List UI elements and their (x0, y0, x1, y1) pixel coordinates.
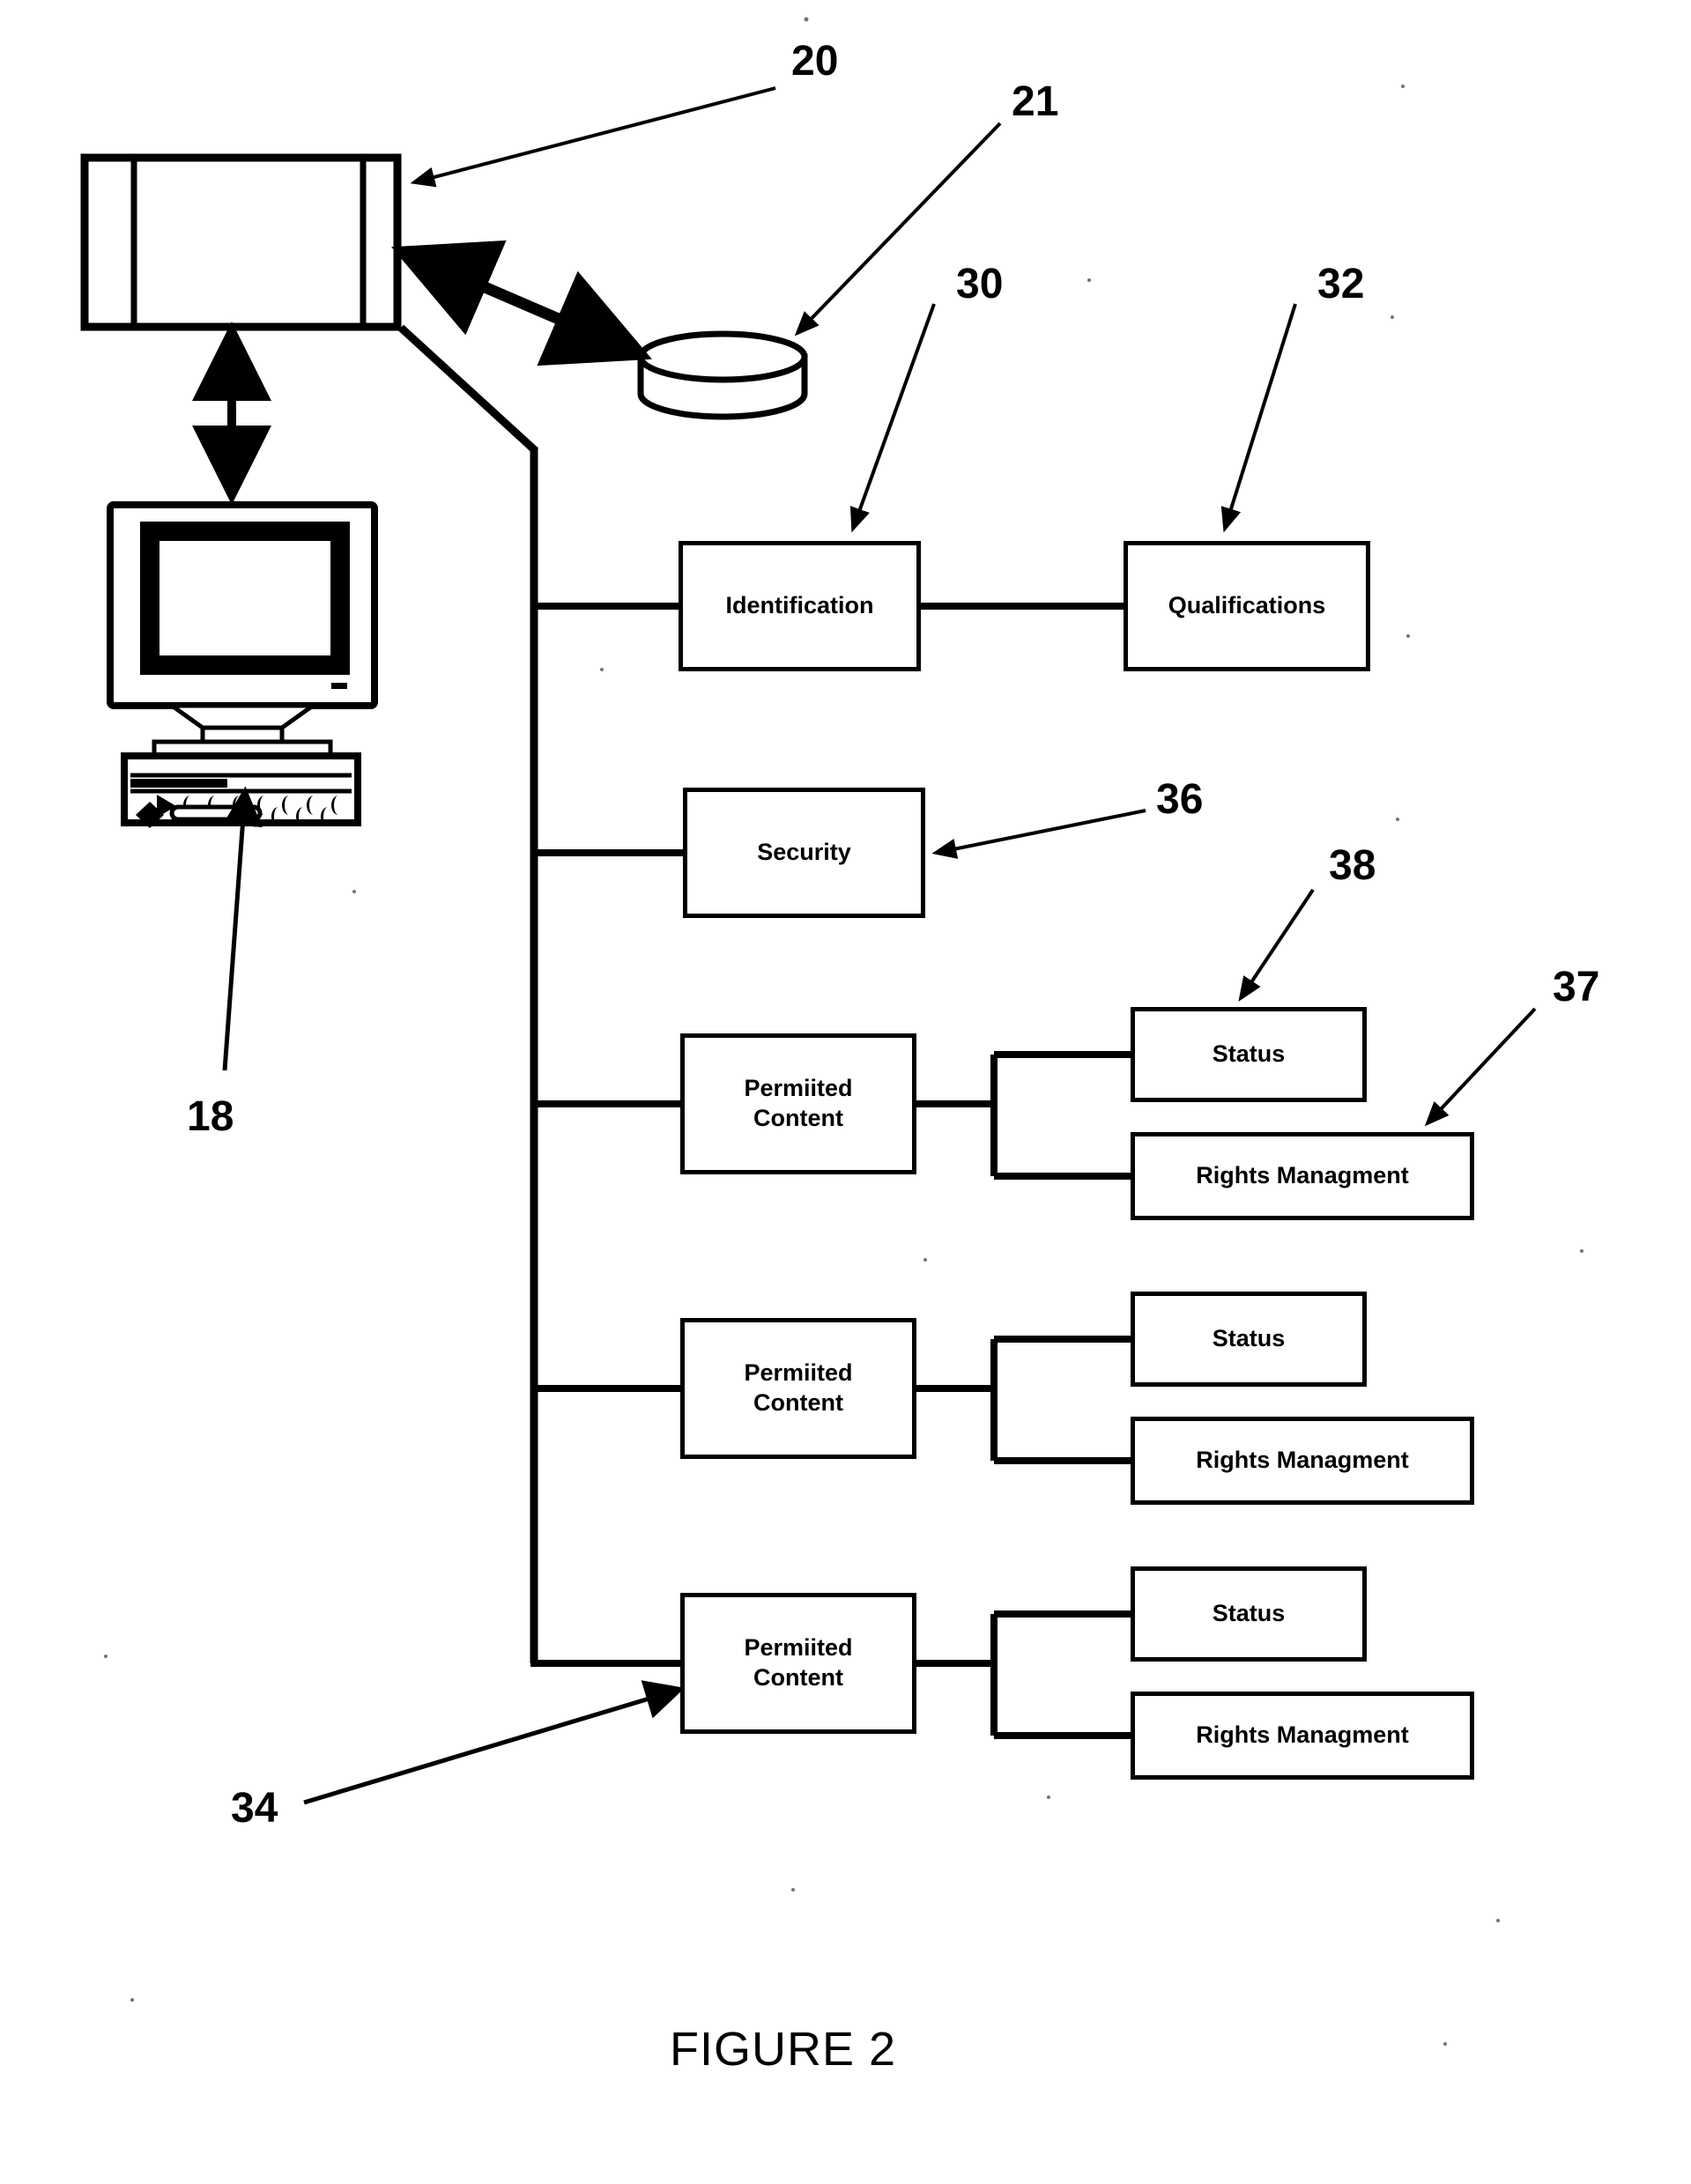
box-security-label: Security (757, 839, 851, 866)
leader-36 (931, 809, 1146, 859)
box-qualifications-label: Qualifications (1168, 592, 1326, 619)
reference-numeral-38: 38 (1329, 842, 1376, 889)
branch-group-1 (915, 1051, 1134, 1180)
box-permitted-content-1-label: Permiited Content (744, 1074, 852, 1134)
line-1: Permiited (744, 1359, 853, 1387)
box-status-1-label: Status (1212, 1040, 1286, 1068)
reference-numeral-20: 20 (791, 38, 839, 85)
leader-38 (1238, 888, 1315, 1002)
server-database-link (391, 240, 652, 366)
reference-numeral-18: 18 (187, 1093, 234, 1140)
database-cylinder-graphic (637, 330, 808, 420)
box-rights-managment-2[interactable]: Rights Managment (1131, 1417, 1474, 1505)
box-rights-managment-1-label: Rights Managment (1196, 1162, 1409, 1189)
user-workstation-graphic (107, 501, 378, 828)
box-status-1[interactable]: Status (1131, 1007, 1367, 1102)
figure-caption: FIGURE 2 (670, 2023, 897, 2076)
leader-34 (303, 1680, 686, 1805)
branch-group-2 (915, 1336, 1134, 1464)
box-rights-managment-1[interactable]: Rights Managment (1131, 1132, 1474, 1220)
box-status-2[interactable]: Status (1131, 1292, 1367, 1387)
line-1: Permiited (744, 1075, 853, 1102)
box-status-3[interactable]: Status (1131, 1566, 1367, 1662)
box-rights-managment-3-label: Rights Managment (1196, 1721, 1409, 1749)
server-unit-graphic (80, 153, 402, 331)
leader-32 (1220, 303, 1297, 533)
box-permitted-content-3-label: Permiited Content (744, 1633, 852, 1693)
branch-group-3 (915, 1610, 1134, 1739)
reference-numeral-34: 34 (231, 1785, 278, 1832)
line-2: Content (753, 1389, 843, 1416)
box-permitted-content-2[interactable]: Permiited Content (680, 1318, 916, 1459)
reference-numeral-37: 37 (1553, 964, 1600, 1011)
reference-numeral-32: 32 (1317, 261, 1365, 307)
leader-37 (1424, 1007, 1537, 1127)
reference-numeral-36: 36 (1156, 776, 1204, 823)
leader-20 (410, 86, 776, 188)
reference-numeral-21: 21 (1012, 78, 1059, 125)
box-rights-managment-3[interactable]: Rights Managment (1131, 1692, 1474, 1780)
box-status-2-label: Status (1212, 1325, 1286, 1352)
reference-numeral-30: 30 (956, 261, 1004, 307)
line-1: Permiited (744, 1634, 853, 1662)
main-bus-trunk (397, 324, 685, 1667)
box-rights-managment-2-label: Rights Managment (1196, 1447, 1409, 1474)
box-security[interactable]: Security (683, 788, 925, 918)
leader-30 (849, 303, 936, 533)
patent-figure-canvas: Identification Qualifications Security P… (0, 0, 1691, 2184)
box-identification[interactable]: Identification (679, 541, 921, 671)
box-identification-label: Identification (725, 592, 874, 619)
box-status-3-label: Status (1212, 1600, 1286, 1627)
box-permitted-content-1[interactable]: Permiited Content (680, 1033, 916, 1174)
box-permitted-content-3[interactable]: Permiited Content (680, 1593, 916, 1734)
leader-18 (222, 786, 263, 1071)
line-2: Content (753, 1664, 843, 1691)
box-permitted-content-2-label: Permiited Content (744, 1359, 852, 1418)
box-qualifications[interactable]: Qualifications (1124, 541, 1370, 671)
line-2: Content (753, 1105, 843, 1131)
